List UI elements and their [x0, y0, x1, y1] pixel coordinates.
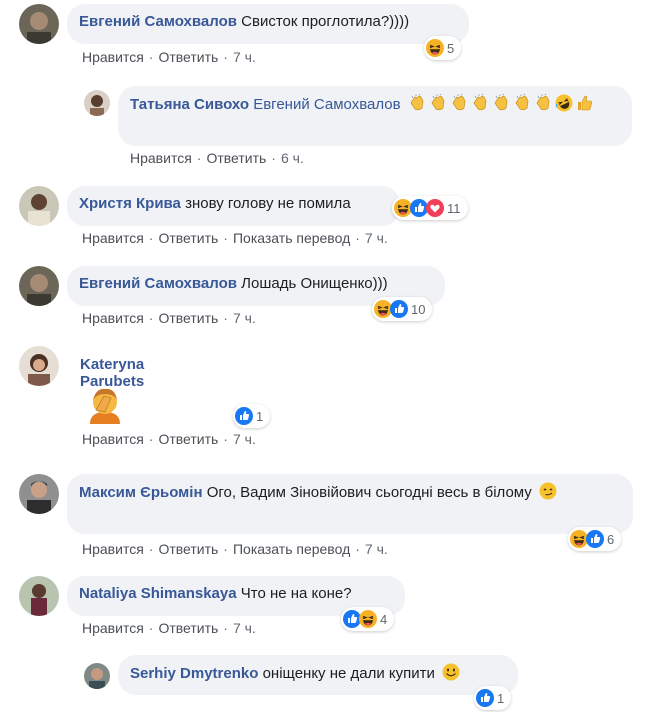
author-name[interactable]: Nataliya Shimanskaya — [79, 585, 237, 602]
avatar[interactable] — [84, 663, 110, 689]
reactions-summary[interactable]: 6 — [568, 527, 622, 551]
reaction-count: 6 — [607, 531, 615, 547]
avatar[interactable] — [19, 186, 59, 226]
reply-link[interactable]: Ответить — [206, 150, 266, 166]
clap-emoji-icon — [429, 93, 447, 112]
like-icon — [586, 530, 604, 548]
comment-text: Свисток проглотила?)))) — [241, 13, 410, 30]
like-link[interactable]: Нравится — [82, 541, 144, 557]
avatar[interactable] — [19, 346, 59, 386]
facepalm-sticker — [84, 384, 126, 426]
timestamp[interactable]: 6 ч. — [281, 150, 304, 166]
comment-actions: Нравится · Ответить · 7 ч. — [82, 620, 256, 636]
comment-bubble: Христя Крива знову голову не помила — [67, 186, 400, 226]
reactions-summary[interactable]: 11 — [392, 196, 468, 220]
reaction-count: 4 — [380, 611, 388, 627]
reply-link[interactable]: Ответить — [158, 431, 218, 447]
timestamp[interactable]: 7 ч. — [233, 310, 256, 326]
author-name[interactable]: Татьяна Сивохо — [130, 96, 249, 113]
comment-bubble: Serhiy Dmytrenko оніщенку не дали купити — [118, 655, 518, 695]
avatar[interactable] — [84, 90, 110, 116]
reply-link[interactable]: Ответить — [158, 310, 218, 326]
reaction-count: 11 — [447, 200, 461, 216]
comment-actions: Нравится · Ответить · Показать перевод · 7 ч. — [82, 541, 388, 557]
clap-emoji-icon — [408, 93, 426, 112]
clap-emoji-icon — [492, 93, 510, 112]
show-translation-link[interactable]: Показать перевод — [233, 230, 350, 246]
comment-bubble: Евгений Самохвалов Свисток проглотила?))… — [67, 4, 469, 44]
reaction-count: 10 — [411, 301, 426, 317]
avatar[interactable] — [19, 474, 59, 514]
comment-text: Ого, Вадим Зіновійович сьогодні весь в б… — [206, 484, 532, 501]
reactions-summary[interactable]: 1 — [233, 404, 271, 428]
author-name[interactable]: Евгений Самохвалов — [79, 275, 237, 292]
like-link[interactable]: Нравится — [82, 310, 144, 326]
haha-icon — [426, 39, 444, 57]
reply-link[interactable]: Ответить — [158, 541, 218, 557]
reactions-summary[interactable]: 10 — [372, 297, 433, 321]
reaction-count: 1 — [497, 690, 505, 706]
reply-link[interactable]: Ответить — [158, 620, 218, 636]
haha-icon — [359, 610, 377, 628]
like-link[interactable]: Нравится — [82, 230, 144, 246]
like-link[interactable]: Нравится — [82, 620, 144, 636]
timestamp[interactable]: 7 ч. — [233, 620, 256, 636]
timestamp[interactable]: 7 ч. — [233, 49, 256, 65]
reply-link[interactable]: Ответить — [158, 230, 218, 246]
like-link[interactable]: Нравится — [82, 431, 144, 447]
like-link[interactable]: Нравится — [130, 150, 192, 166]
comment-bubble: Максим Єрьомін Ого, Вадим Зіновійович сь… — [67, 474, 633, 534]
clap-emoji-icon — [450, 93, 468, 112]
like-icon — [235, 407, 253, 425]
comment-text[interactable]: Евгений Самохвалов — [253, 96, 400, 113]
show-translation-link[interactable]: Показать перевод — [233, 541, 350, 557]
comment-text: Что не на коне? — [240, 585, 352, 602]
rofl-emoji-icon — [555, 94, 573, 112]
timestamp[interactable]: 7 ч. — [365, 541, 388, 557]
like-link[interactable]: Нравится — [82, 49, 144, 65]
clap-emoji-icon — [534, 93, 552, 112]
thumbs-up-emoji-icon — [576, 94, 594, 112]
like-icon — [476, 689, 494, 707]
comment-text: Лошадь Онищенко))) — [241, 275, 388, 292]
author-name[interactable]: Христя Крива — [79, 195, 181, 212]
comment-actions: Нравится · Ответить · 6 ч. — [130, 150, 304, 166]
reactions-summary[interactable]: 5 — [424, 36, 462, 60]
comment-text: знову голову не помила — [185, 195, 351, 212]
clap-emoji-icon — [471, 93, 489, 112]
avatar[interactable] — [19, 576, 59, 616]
clap-emoji-icon — [513, 93, 531, 112]
comment-actions: Нравится · Ответить · Показать перевод · 7 ч. — [82, 230, 388, 246]
comment-text: оніщенку не дали купити — [262, 665, 435, 682]
avatar[interactable] — [19, 266, 59, 306]
timestamp[interactable]: 7 ч. — [365, 230, 388, 246]
reaction-count: 1 — [256, 408, 264, 424]
love-icon — [426, 199, 444, 217]
like-icon — [390, 300, 408, 318]
smile-emoji-icon — [442, 663, 460, 681]
reaction-count: 5 — [447, 40, 455, 56]
reactions-summary[interactable]: 1 — [474, 686, 512, 710]
reactions-summary[interactable]: 4 — [341, 607, 395, 631]
timestamp[interactable]: 7 ч. — [233, 431, 256, 447]
comment-bubble: Татьяна Сивохо Евгений Самохвалов — [118, 86, 632, 146]
reply-link[interactable]: Ответить — [158, 49, 218, 65]
comment-actions: Нравится · Ответить · 7 ч. — [82, 49, 256, 65]
author-name[interactable]: Евгений Самохвалов — [79, 13, 237, 30]
avatar[interactable] — [19, 4, 59, 44]
comment-actions: Нравится · Ответить · 7 ч. — [82, 431, 256, 447]
smirk-emoji-icon — [539, 482, 557, 500]
author-name[interactable]: Serhiy Dmytrenko — [130, 665, 258, 682]
author-name[interactable]: Максим Єрьомін — [79, 484, 203, 501]
comment-actions: Нравится · Ответить · 7 ч. — [82, 310, 256, 326]
